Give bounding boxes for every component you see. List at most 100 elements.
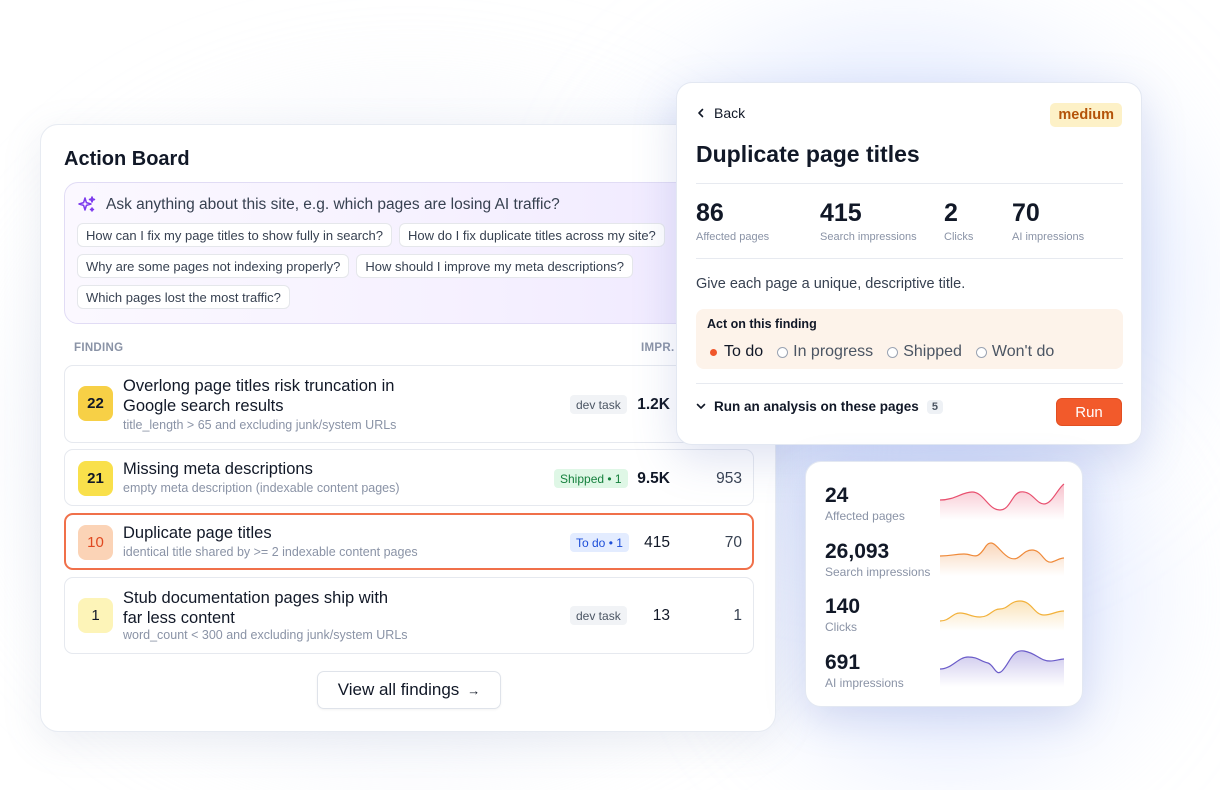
column-header-impr[interactable]: IMPR. [641, 342, 674, 354]
severity-score: 10 [78, 525, 113, 560]
severity-score: 22 [78, 386, 113, 421]
sparkline-search-impressions [940, 542, 1065, 576]
suggestion-chip[interactable]: How can I fix my page titles to show ful… [77, 223, 392, 247]
severity-score: 21 [78, 461, 113, 496]
metric-ai-impressions: 691 AI impressions [825, 650, 1065, 697]
metric-search-impressions: 26,093 Search impressions [825, 540, 1065, 586]
severity-badge: medium [1050, 103, 1122, 127]
finding-detail-panel: Back medium Duplicate page titles 86 Aff… [676, 82, 1142, 445]
stat-value: 2 [944, 199, 958, 227]
stat-value: 70 [1012, 199, 1040, 227]
back-button[interactable]: Back [697, 105, 745, 121]
radio-label: In progress [793, 343, 874, 360]
stat-value: 86 [696, 199, 724, 227]
page-count-badge: 5 [926, 399, 943, 414]
stat-affected-pages: 86 Affected pages [696, 199, 769, 243]
ai-impressions-value: 953 [716, 470, 742, 487]
status-radio-shipped[interactable]: Shipped [887, 343, 962, 361]
column-header-finding[interactable]: FINDING [74, 342, 123, 354]
impressions-value: 13 [652, 607, 670, 624]
finding-row-selected[interactable]: 10 Duplicate page titles identical title… [64, 513, 754, 570]
metric-value: 26,093 [825, 540, 890, 563]
finding-title: Stub documentation pages ship with far l… [123, 588, 388, 628]
divider [696, 183, 1123, 184]
finding-title-line: Google search results [123, 397, 284, 415]
board-title: Action Board [64, 148, 190, 170]
detail-title: Duplicate page titles [696, 141, 920, 167]
finding-title-line: Overlong page titles risk truncation in [123, 377, 395, 395]
suggestion-chips: How can I fix my page titles to show ful… [77, 223, 717, 309]
recommendation-text: Give each page a unique, descriptive tit… [696, 276, 966, 292]
back-label: Back [714, 105, 746, 121]
suggestion-chip[interactable]: How should I improve my meta description… [356, 254, 634, 278]
sparkles-icon [77, 195, 97, 215]
metric-value: 691 [825, 651, 861, 674]
finding-title: Overlong page titles risk truncation in … [123, 376, 394, 416]
finding-rule: word_count < 300 and excluding junk/syst… [123, 628, 408, 642]
status-radio-group: To do In progress Shipped Won't do [708, 343, 1054, 361]
finding-title-line: far less content [123, 609, 235, 627]
status-radio-in-progress[interactable]: In progress [777, 343, 873, 361]
impressions-value: 9.5K [637, 470, 670, 487]
radio-label: Won't do [991, 343, 1055, 360]
metric-label: AI impressions [825, 676, 904, 690]
run-analysis-toggle[interactable]: Run an analysis on these pages 5 [696, 399, 943, 414]
finding-rule: identical title shared by >= 2 indexable… [123, 545, 418, 559]
metric-label: Clicks [825, 620, 857, 634]
status-radio-todo[interactable]: To do [708, 343, 763, 361]
suggestion-chip[interactable]: How do I fix duplicate titles across my … [398, 223, 665, 247]
ask-input[interactable]: Ask anything about this site, e.g. which… [106, 196, 560, 214]
finding-rule: empty meta description (indexable conten… [123, 481, 400, 495]
stat-value: 415 [820, 199, 862, 227]
impressions-value: 415 [644, 534, 670, 551]
finding-title-line: Stub documentation pages ship with [123, 589, 389, 607]
chevron-left-icon [697, 108, 705, 118]
finding-title: Duplicate page titles [123, 524, 272, 542]
suggestion-chip[interactable]: Why are some pages not indexing properly… [77, 254, 350, 278]
radio-label: Shipped [903, 343, 962, 360]
stat-ai-impressions: 70 AI impressions [1012, 199, 1084, 243]
ask-assistant-box[interactable]: Ask anything about this site, e.g. which… [64, 182, 754, 324]
stat-search-impressions: 415 Search impressions [820, 199, 917, 243]
divider [696, 258, 1123, 259]
action-board: Action Board Ask anything about this sit… [40, 124, 776, 732]
arrow-right-icon: → [467, 682, 481, 698]
act-on-finding-box: Act on this finding To do In progress Sh… [696, 309, 1123, 369]
stat-label: Affected pages [696, 231, 770, 243]
metric-value: 24 [825, 484, 849, 507]
metric-label: Search impressions [825, 565, 931, 579]
metric-value: 140 [825, 595, 861, 618]
divider [696, 383, 1123, 384]
finding-row[interactable]: 21 Missing meta descriptions empty meta … [64, 449, 754, 506]
status-radio-wont-do[interactable]: Won't do [975, 343, 1055, 361]
run-analysis-label: Run an analysis on these pages [714, 399, 919, 414]
metric-label: Affected pages [825, 509, 905, 523]
finding-rule: title_length > 65 and excluding junk/sys… [123, 418, 397, 432]
chevron-down-icon [696, 403, 706, 410]
finding-row[interactable]: 1 Stub documentation pages ship with far… [64, 577, 754, 654]
finding-row[interactable]: 22 Overlong page titles risk truncation … [64, 365, 754, 443]
suggestion-chip[interactable]: Which pages lost the most traffic? [77, 285, 290, 309]
stat-label: AI impressions [1012, 231, 1085, 243]
sparkline-ai-impressions [940, 650, 1065, 687]
act-label: Act on this finding [707, 317, 817, 331]
finding-title: Missing meta descriptions [123, 460, 313, 478]
impressions-value: 1.2K [637, 396, 670, 413]
stat-label: Search impressions [820, 231, 917, 243]
stat-label: Clicks [944, 231, 974, 243]
view-all-findings-button[interactable]: View all findings → [317, 671, 501, 709]
view-all-label: View all findings [337, 680, 460, 699]
metric-clicks: 140 Clicks [825, 595, 1065, 641]
sparkline-clicks [940, 600, 1065, 631]
metric-affected-pages: 24 Affected pages [825, 483, 1065, 530]
radio-selected-icon [710, 348, 717, 356]
ai-impressions-value: 1 [733, 607, 742, 624]
metrics-card: 24 Affected pages 26,093 Search impressi… [805, 461, 1083, 707]
sparkline-affected-pages [940, 483, 1065, 520]
ask-input-row[interactable]: Ask anything about this site, e.g. which… [77, 195, 560, 215]
radio-label: To do [724, 343, 764, 360]
run-button[interactable]: Run [1056, 398, 1122, 426]
stat-clicks: 2 Clicks [944, 199, 973, 243]
radio-empty-icon [777, 346, 789, 358]
severity-score: 1 [78, 598, 113, 633]
